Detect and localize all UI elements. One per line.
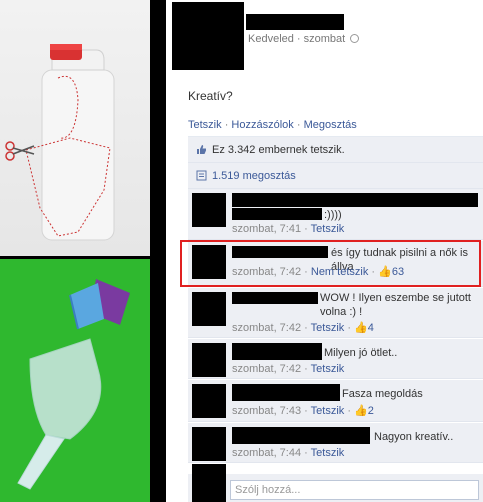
comment-link[interactable]: Hozzászólok — [231, 119, 293, 131]
globe-icon — [350, 34, 360, 43]
likes-count: Ez 3.342 embernek tetszik. — [212, 143, 345, 156]
post-panel: Kedveled · szombat Kreatív? Tetszik · Ho… — [166, 0, 483, 502]
comment-like-link[interactable]: Tetszik — [311, 223, 345, 235]
like-thumb-icon — [197, 145, 206, 154]
comment-like-link[interactable]: Tetszik — [311, 363, 345, 375]
comment-avatar[interactable] — [192, 292, 226, 326]
comment-like-link[interactable]: Tetszik — [311, 447, 345, 459]
comment-time[interactable]: szombat, 7:42 — [232, 363, 301, 375]
comment-item: Fasza megoldás szombat, 7:43 · Tetszik ·… — [188, 380, 483, 422]
comment-item: :)))) szombat, 7:41 · Tetszik — [188, 189, 483, 240]
dustpan-photo[interactable] — [0, 259, 166, 502]
share-link[interactable]: Megosztás — [304, 119, 357, 131]
comment-avatar[interactable] — [192, 343, 226, 377]
bottle-illustration — [5, 44, 115, 241]
shares-row[interactable]: 1.519 megosztás — [188, 163, 483, 189]
author-name[interactable] — [246, 14, 344, 30]
photo-divider — [150, 0, 166, 502]
comment-avatar[interactable] — [192, 427, 226, 461]
photo-column — [0, 0, 166, 502]
write-comment-row: Szólj hozzá... — [188, 464, 483, 502]
comment-item: Nagyon kreatív.. szombat, 7:44 · Tetszik — [188, 423, 483, 463]
comment-redacted — [232, 343, 322, 360]
likes-row[interactable]: Ez 3.342 embernek tetszik. — [188, 137, 483, 163]
comment-text: WOW ! Ilyen eszembe se jutott volna :) ! — [320, 292, 471, 318]
post-meta: Kedveled · szombat — [248, 33, 360, 45]
comment-time[interactable]: szombat, 7:41 — [232, 223, 301, 235]
comment-text: Milyen jó ötlet.. — [324, 347, 398, 359]
bottle-photo[interactable] — [0, 0, 166, 256]
comment-likes[interactable]: 👍4 — [354, 322, 374, 334]
feedback-box: Ez 3.342 embernek tetszik. 1.519 megoszt… — [188, 136, 483, 189]
comment-redacted — [232, 208, 322, 220]
comment-likes[interactable]: 👍2 — [354, 405, 374, 417]
comment-time[interactable]: szombat, 7:42 — [232, 322, 301, 334]
comment-time[interactable]: szombat, 7:44 — [232, 447, 301, 459]
comment-meta: szombat, 7:42 · Tetszik · 👍4 — [232, 322, 374, 334]
highlight-box — [180, 240, 481, 287]
post-meta-text: Kedveled · szombat — [248, 33, 346, 45]
shares-count: 1.519 megosztás — [212, 169, 296, 182]
comment-meta: szombat, 7:42 · Tetszik — [232, 363, 345, 375]
comment-item: WOW ! Ilyen eszembe se jutott volna :) !… — [188, 288, 483, 338]
share-icon — [196, 170, 207, 181]
comment-redacted — [232, 193, 478, 207]
comment-meta: szombat, 7:43 · Tetszik · 👍2 — [232, 405, 374, 417]
like-thumb-icon: 👍 — [354, 322, 368, 334]
comment-like-link[interactable]: Tetszik — [311, 405, 345, 417]
comment-time[interactable]: szombat, 7:43 — [232, 405, 301, 417]
scissors-icon — [5, 141, 35, 161]
comment-redacted — [232, 292, 318, 304]
like-thumb-icon: 👍 — [354, 405, 368, 417]
dustpan-illustration — [17, 279, 130, 490]
author-avatar[interactable] — [172, 2, 244, 70]
comment-meta: szombat, 7:44 · Tetszik — [232, 447, 345, 459]
comment-redacted — [232, 384, 340, 401]
like-link[interactable]: Tetszik — [188, 119, 222, 131]
comment-like-link[interactable]: Tetszik — [311, 322, 345, 334]
comment-text: Fasza megoldás — [342, 388, 423, 400]
comment-redacted — [232, 427, 370, 444]
post-actions: Tetszik · Hozzászólok · Megosztás — [188, 119, 357, 131]
comment-item: Milyen jó ötlet.. szombat, 7:42 · Tetszi… — [188, 339, 483, 379]
comment-input[interactable]: Szólj hozzá... — [230, 480, 479, 500]
comment-avatar[interactable] — [192, 384, 226, 418]
comment-text: :)))) — [324, 209, 342, 221]
post-text: Kreatív? — [188, 89, 233, 103]
comment-meta: szombat, 7:41 · Tetszik — [232, 223, 345, 235]
comment-text: Nagyon kreatív.. — [374, 431, 454, 443]
comment-avatar[interactable] — [192, 193, 226, 227]
current-user-avatar — [192, 464, 226, 502]
